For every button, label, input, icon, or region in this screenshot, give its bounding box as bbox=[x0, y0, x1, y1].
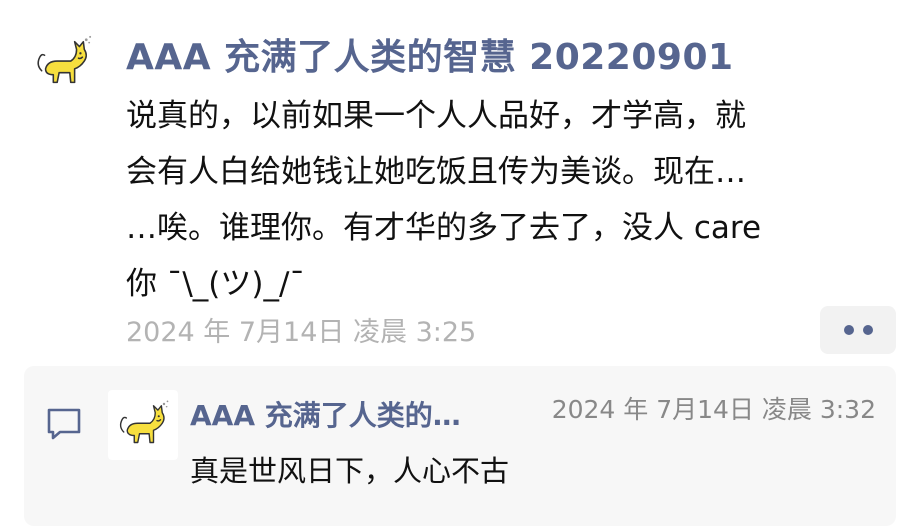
post-avatar[interactable] bbox=[26, 26, 100, 100]
post-content: 说真的，以前如果一个人人品好，才学高，就 会有人白给她钱让她吃饭且传为美谈。现在… bbox=[126, 88, 896, 312]
more-button[interactable] bbox=[820, 306, 896, 354]
comment-text: 真是世风日下，人心不古 bbox=[190, 454, 510, 488]
comment-avatar[interactable] bbox=[108, 390, 178, 460]
cat-icon bbox=[119, 400, 169, 444]
comment-icon bbox=[47, 408, 81, 440]
post-author-name[interactable]: AAA 充满了人类的智慧 20220901 bbox=[126, 28, 734, 80]
comment-timestamp: 2024 年 7月14日 凌晨 3:32 bbox=[551, 395, 876, 424]
more-dots-icon bbox=[843, 325, 854, 335]
post-content-line: 说真的，以前如果一个人人品好，才学高，就 bbox=[126, 98, 746, 134]
comment-section: AAA 充满了人类的… 2024 年 7月14日 凌晨 3:32 真是世风日下，… bbox=[24, 366, 896, 526]
post-content-line: 你 ¯\_(ツ)_/¯ bbox=[126, 266, 305, 302]
post-content-line: …唉。谁理你。有才华的多了去了，没人 care bbox=[126, 210, 762, 246]
cat-icon bbox=[37, 35, 92, 84]
comment-author-name[interactable]: AAA 充满了人类的… bbox=[190, 394, 461, 434]
more-dots-icon bbox=[862, 325, 873, 335]
post-content-line: 会有人白给她钱让她吃饭且传为美谈。现在… bbox=[126, 154, 746, 190]
post-timestamp: 2024 年 7月14日 凌晨 3:25 bbox=[126, 317, 477, 348]
